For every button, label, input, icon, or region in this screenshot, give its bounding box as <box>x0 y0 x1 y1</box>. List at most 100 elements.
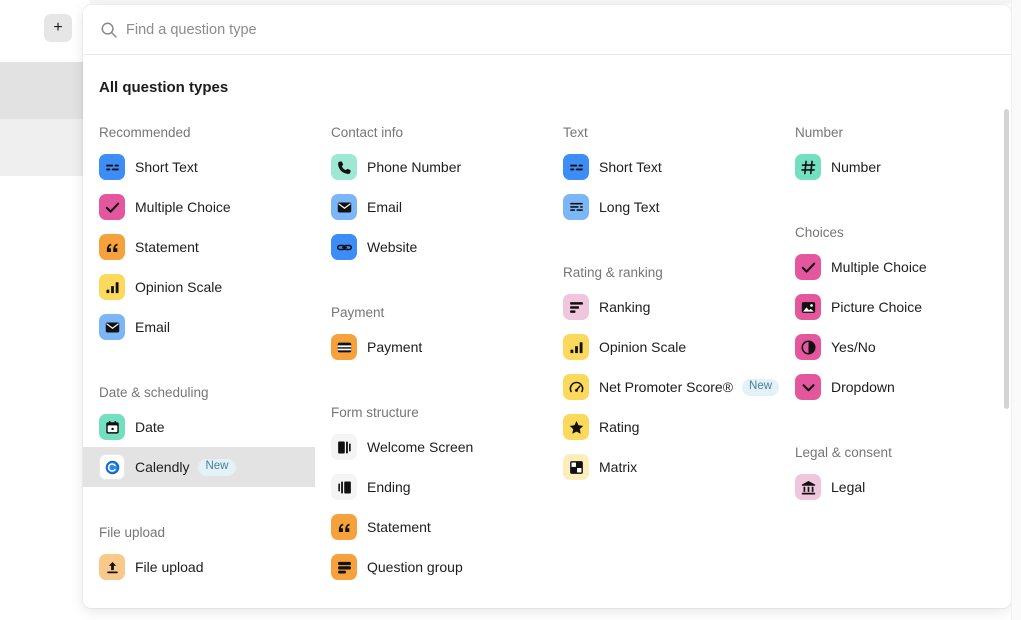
question-type-label: Dropdown <box>831 379 895 395</box>
question-type-label: Question group <box>367 559 463 575</box>
question-type-item[interactable]: Date <box>83 407 315 447</box>
question-type-item[interactable]: Picture Choice <box>779 287 1011 327</box>
question-type-item[interactable]: Yes/No <box>779 327 1011 367</box>
question-type-item[interactable]: Statement <box>83 227 315 267</box>
matrix-icon <box>563 454 589 480</box>
question-type-label: Short Text <box>135 159 198 175</box>
column-1: Recommended Short Text Multiple Choice Stat… <box>83 113 315 587</box>
question-type-label: Calendly <box>135 459 190 475</box>
question-type-item[interactable]: Question group <box>315 547 547 587</box>
question-type-item[interactable]: Calendly New <box>83 447 315 487</box>
envelope-icon <box>99 314 125 340</box>
question-type-label: Rating <box>599 419 640 435</box>
question-group: Choices Multiple Choice Picture Choice Yes/… <box>779 213 1011 407</box>
group-title: Rating & ranking <box>563 265 663 280</box>
group-title: File upload <box>99 525 166 540</box>
question-type-item[interactable]: Long Text <box>547 187 779 227</box>
short-text-icon <box>99 154 125 180</box>
bar-chart-icon <box>99 274 125 300</box>
page-title: All question types <box>99 79 229 96</box>
bank-icon <box>795 474 821 500</box>
question-type-item[interactable]: Email <box>83 307 315 347</box>
question-type-item[interactable]: Short Text <box>83 147 315 187</box>
card-icon <box>331 334 357 360</box>
group-title: Recommended <box>99 125 191 140</box>
question-type-item[interactable]: Welcome Screen <box>315 427 547 467</box>
question-type-label: Date <box>135 419 165 435</box>
long-text-icon <box>563 194 589 220</box>
question-type-label: Opinion Scale <box>135 279 223 295</box>
question-type-item[interactable]: Ranking <box>547 287 779 327</box>
star-icon <box>563 414 589 440</box>
group-title: Date & scheduling <box>99 385 209 400</box>
question-type-item[interactable]: Email <box>315 187 547 227</box>
gauge-icon <box>563 374 589 400</box>
question-type-item[interactable]: Net Promoter Score® New <box>547 367 780 407</box>
question-type-item[interactable]: Dropdown <box>779 367 1011 407</box>
calendar-icon <box>99 414 125 440</box>
bar-chart-icon <box>563 334 589 360</box>
question-type-label: Matrix <box>599 459 638 475</box>
half-circle-icon <box>795 334 821 360</box>
question-type-label: Short Text <box>599 159 662 175</box>
question-type-item[interactable]: Number <box>779 147 1011 187</box>
group-title: Legal & consent <box>795 445 892 460</box>
question-type-label: Statement <box>367 519 431 535</box>
question-type-item[interactable]: Ending <box>315 467 547 507</box>
question-type-item[interactable]: File upload <box>83 547 315 587</box>
group-title: Contact info <box>331 125 404 140</box>
column-4: Number Number Choices Multiple Choice Pictur… <box>779 113 1011 587</box>
question-type-item[interactable]: Matrix <box>547 447 779 487</box>
picture-icon <box>795 294 821 320</box>
phone-icon <box>331 154 357 180</box>
question-group: File upload File upload <box>83 513 315 587</box>
question-group: Recommended Short Text Multiple Choice Stat… <box>83 113 315 347</box>
link-icon <box>331 234 357 260</box>
question-list-item-placeholder-1[interactable] <box>0 62 84 119</box>
question-type-item[interactable]: Phone Number <box>315 147 547 187</box>
question-type-columns: Recommended Short Text Multiple Choice Stat… <box>83 96 1011 587</box>
question-type-item[interactable]: Website <box>315 227 547 267</box>
question-type-label: Ranking <box>599 299 651 315</box>
group-title: Form structure <box>331 405 419 420</box>
question-group: Number Number <box>779 113 1011 187</box>
group-title: Text <box>563 125 588 140</box>
question-type-item[interactable]: Opinion Scale <box>83 267 315 307</box>
question-type-item[interactable]: Multiple Choice <box>779 247 1011 287</box>
question-group: Text Short Text Long Text <box>547 113 779 227</box>
editor-card-edge <box>90 0 1021 4</box>
question-type-label: Picture Choice <box>831 299 923 315</box>
upload-icon <box>99 554 125 580</box>
panel-scrollbar[interactable] <box>1004 109 1009 409</box>
question-type-label: Multiple Choice <box>831 259 927 275</box>
question-list-item-placeholder-2[interactable] <box>0 119 84 176</box>
question-type-label: Statement <box>135 239 199 255</box>
question-type-label: File upload <box>135 559 204 575</box>
question-group: Legal & consent Legal <box>779 433 1011 507</box>
column-2: Contact info Phone Number Email Website Paym… <box>315 113 547 587</box>
question-type-item[interactable]: Rating <box>547 407 779 447</box>
calendly-icon <box>99 454 125 480</box>
question-type-item[interactable]: Multiple Choice <box>83 187 315 227</box>
question-type-list: All question types Recommended Short Text… <box>83 55 1011 608</box>
question-group: Rating & ranking Ranking Opinion Scale Net … <box>547 253 780 487</box>
search-icon <box>100 21 118 39</box>
search-input[interactable] <box>126 17 1011 42</box>
page-scrollbar[interactable] <box>1011 0 1021 620</box>
group-title: Number <box>795 125 844 140</box>
question-group: Form structure Welcome Screen Ending Statem… <box>315 393 547 587</box>
question-type-item[interactable]: Opinion Scale <box>547 327 779 367</box>
question-group: Contact info Phone Number Email Website <box>315 113 547 267</box>
add-question-button[interactable]: + <box>44 14 72 42</box>
question-type-item[interactable]: Statement <box>315 507 547 547</box>
check-icon <box>795 254 821 280</box>
question-type-label: Email <box>367 199 403 215</box>
question-type-label: Ending <box>367 479 411 495</box>
question-type-item[interactable]: Short Text <box>547 147 779 187</box>
question-type-label: Website <box>367 239 418 255</box>
question-type-item[interactable]: Payment <box>315 327 547 367</box>
question-type-item[interactable]: Legal <box>779 467 1011 507</box>
question-type-label: Phone Number <box>367 159 462 175</box>
question-type-label: Welcome Screen <box>367 439 474 455</box>
chevron-down-icon <box>795 374 821 400</box>
